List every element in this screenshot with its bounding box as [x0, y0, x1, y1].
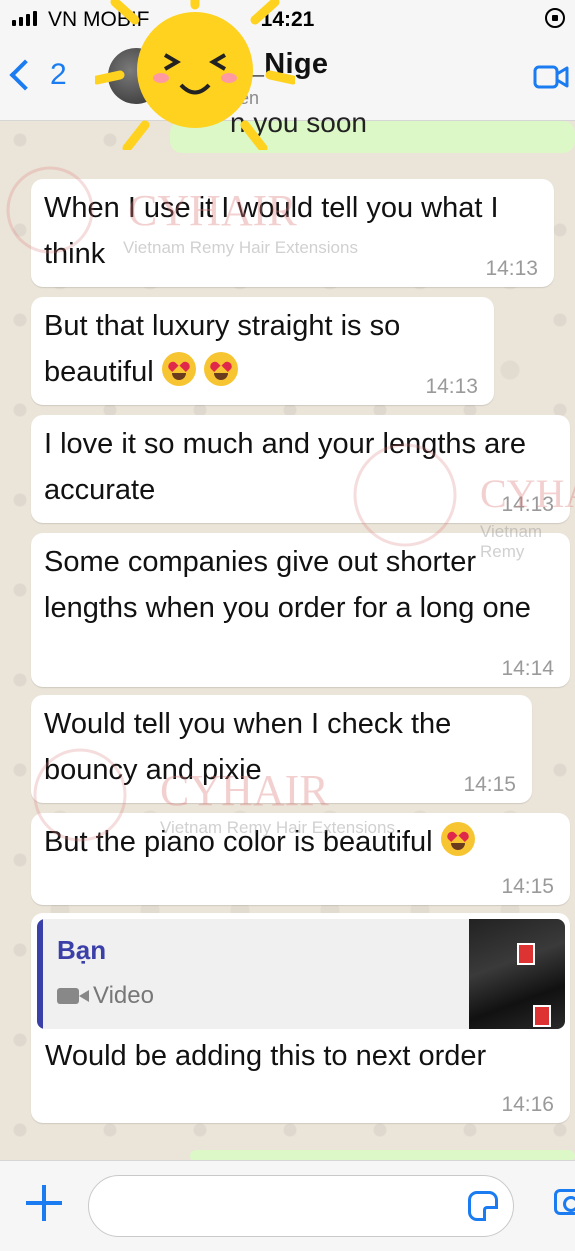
message-time: 14:15	[463, 773, 516, 796]
message-time: 14:14	[501, 657, 554, 680]
back-button[interactable]: 2	[9, 58, 67, 92]
video-call-icon[interactable]	[533, 62, 569, 92]
message-input-bar	[0, 1160, 575, 1251]
incoming-message-with-reply[interactable]: Bạn Video Would be adding this to next o…	[31, 913, 570, 1123]
thumbnail-tag	[517, 943, 535, 965]
watermark-logo-icon	[6, 166, 94, 254]
heart-eyes-emoji-icon	[203, 352, 238, 386]
message-time: 14:16	[501, 1093, 554, 1116]
camera-icon[interactable]	[554, 1189, 575, 1215]
video-thumbnail[interactable]	[469, 919, 565, 1029]
message-input[interactable]	[88, 1175, 514, 1237]
sticker-icon[interactable]	[468, 1191, 498, 1221]
message-text: But that luxury straight is so beautiful	[44, 310, 401, 388]
video-camera-icon	[57, 988, 89, 1004]
incoming-message[interactable]: But that luxury straight is so beautiful…	[31, 297, 494, 405]
sun-sticker-icon	[95, 0, 295, 150]
heart-eyes-emoji-icon	[440, 822, 475, 856]
chevron-left-icon	[9, 59, 41, 91]
plus-icon[interactable]	[24, 1183, 64, 1223]
quote-type-label: Video	[93, 982, 154, 1009]
quote-type: Video	[57, 981, 154, 1011]
unread-count: 2	[50, 58, 67, 91]
incoming-message[interactable]: Some companies give out shorter lengths …	[31, 533, 570, 687]
quoted-message[interactable]: Bạn Video	[37, 919, 565, 1029]
heart-eyes-emoji-icon	[161, 352, 196, 386]
message-time: 14:15	[501, 875, 554, 898]
quote-author: Bạn	[57, 935, 107, 965]
quote-accent-bar	[37, 919, 43, 1029]
message-time: 14:13	[425, 375, 478, 398]
thumbnail-tag	[533, 1005, 551, 1027]
rotation-lock-icon	[545, 8, 565, 28]
message-time: 14:13	[501, 493, 554, 516]
incoming-message[interactable]: I love it so much and your lengths are a…	[31, 415, 570, 523]
watermark-logo-icon	[353, 443, 457, 547]
message-text: I love it so much and your lengths are a…	[44, 428, 526, 506]
message-text: Would be adding this to next order	[45, 1040, 487, 1072]
message-text: When I use it I would tell you what I th…	[44, 192, 499, 270]
watermark-logo-icon	[33, 748, 127, 842]
message-time: 14:13	[485, 257, 538, 280]
message-text: Some companies give out shorter lengths …	[44, 546, 531, 624]
